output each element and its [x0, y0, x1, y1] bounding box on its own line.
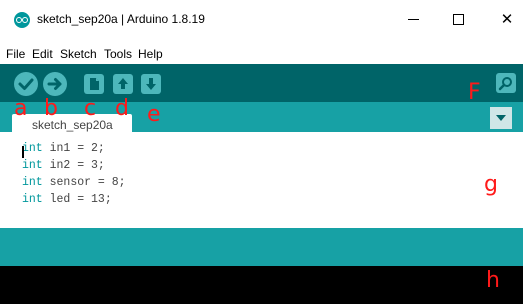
message-area: [0, 228, 523, 266]
checkmark-icon: [18, 78, 34, 90]
open-button[interactable]: [113, 74, 133, 94]
console-output: [0, 266, 523, 304]
new-sketch-button[interactable]: [84, 74, 104, 94]
annotation-f: F: [468, 80, 481, 105]
chevron-down-icon: [496, 115, 506, 121]
tab-bar: sketch_sep20a: [0, 102, 523, 134]
right-arrow-icon: [47, 78, 62, 90]
annotation-b: b: [44, 96, 58, 121]
save-button[interactable]: [141, 74, 161, 94]
maximize-button[interactable]: [445, 8, 471, 30]
minimize-icon: [407, 18, 419, 20]
menu-file[interactable]: File: [6, 47, 25, 61]
menu-bar: File Edit Sketch Tools Help: [0, 42, 523, 64]
annotation-h: h: [486, 268, 500, 293]
minimize-button[interactable]: [400, 8, 426, 30]
close-icon: ✕: [500, 11, 514, 28]
code-line: int sensor = 8;: [22, 176, 126, 189]
code-line: int in1 = 2;: [22, 142, 105, 155]
tab-sketch[interactable]: sketch_sep20a: [12, 114, 132, 134]
close-button[interactable]: ✕: [494, 8, 520, 30]
editor-gutter: [0, 132, 12, 228]
upload-button[interactable]: [43, 72, 67, 96]
title-bar: sketch_sep20a | Arduino 1.8.19 ✕: [0, 0, 523, 42]
annotation-g: g: [484, 172, 498, 197]
menu-edit[interactable]: Edit: [32, 47, 53, 61]
annotation-a: a: [14, 96, 28, 121]
text-cursor: [22, 146, 24, 158]
menu-tools[interactable]: Tools: [104, 47, 132, 61]
annotation-d: d: [115, 96, 129, 121]
code-line: int led = 13;: [22, 193, 112, 206]
maximize-icon: [452, 13, 464, 25]
tab-menu-button[interactable]: [490, 107, 512, 129]
serial-monitor-button[interactable]: [496, 73, 516, 93]
annotation-c: c: [84, 96, 97, 121]
annotation-e: e: [147, 102, 161, 127]
magnifier-icon: [498, 77, 512, 91]
menu-sketch[interactable]: Sketch: [60, 47, 97, 61]
up-arrow-icon: [118, 78, 128, 89]
toolbar: [0, 64, 523, 102]
document-icon: [90, 78, 99, 90]
menu-help[interactable]: Help: [138, 47, 163, 61]
code-line: int in2 = 3;: [22, 159, 105, 172]
arduino-logo-icon: [14, 12, 30, 28]
code-editor[interactable]: int in1 = 2; int in2 = 3; int sensor = 8…: [12, 132, 520, 224]
down-arrow-icon: [146, 78, 156, 90]
window-title: sketch_sep20a | Arduino 1.8.19: [37, 12, 205, 26]
verify-button[interactable]: [14, 72, 38, 96]
